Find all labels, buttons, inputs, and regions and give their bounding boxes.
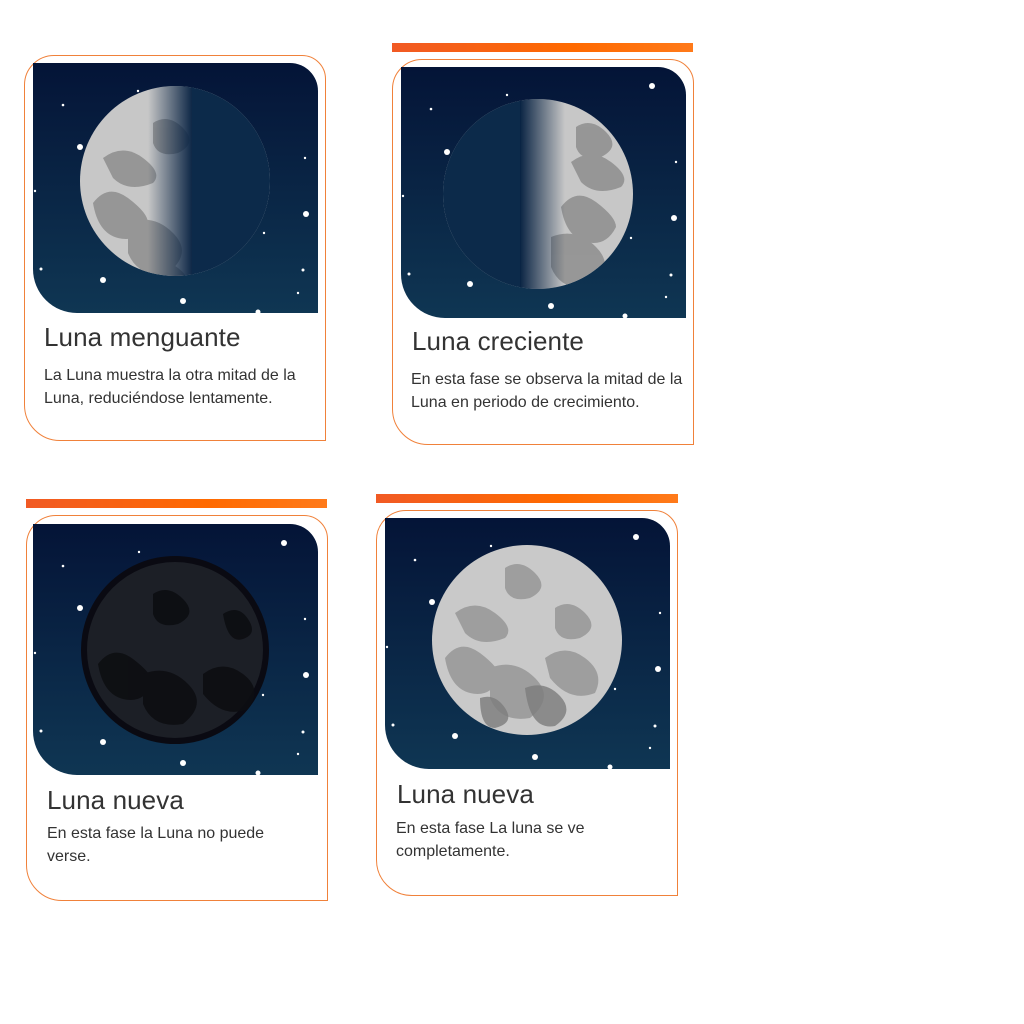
card-4-accent-bar bbox=[376, 494, 678, 503]
moon-phases-page: Luna menguante La Luna muestra la otra m… bbox=[0, 0, 1024, 1024]
waning-moon-illustration bbox=[33, 63, 318, 313]
full-moon-icon bbox=[385, 518, 670, 769]
waxing-moon-illustration bbox=[401, 67, 686, 318]
card-2-accent-bar bbox=[392, 43, 693, 52]
waning-moon-icon bbox=[33, 63, 318, 313]
card-title: Luna creciente bbox=[412, 326, 584, 356]
new-moon-icon bbox=[33, 524, 318, 775]
card-description: En esta fase se observa la mitad de la L… bbox=[411, 371, 683, 411]
card-description: En esta fase La luna se ve completamente… bbox=[396, 820, 585, 860]
card-title: Luna nueva bbox=[397, 779, 534, 809]
new-moon-illustration bbox=[33, 524, 318, 775]
card-description: En esta fase la Luna no puede verse. bbox=[47, 825, 265, 865]
full-moon-illustration bbox=[385, 518, 670, 769]
waxing-moon-icon bbox=[401, 67, 686, 318]
card-description: La Luna muestra la otra mitad de la Luna… bbox=[44, 367, 296, 407]
card-title: Luna menguante bbox=[44, 322, 241, 352]
card-3-accent-bar bbox=[26, 499, 327, 508]
card-title: Luna nueva bbox=[47, 785, 184, 815]
